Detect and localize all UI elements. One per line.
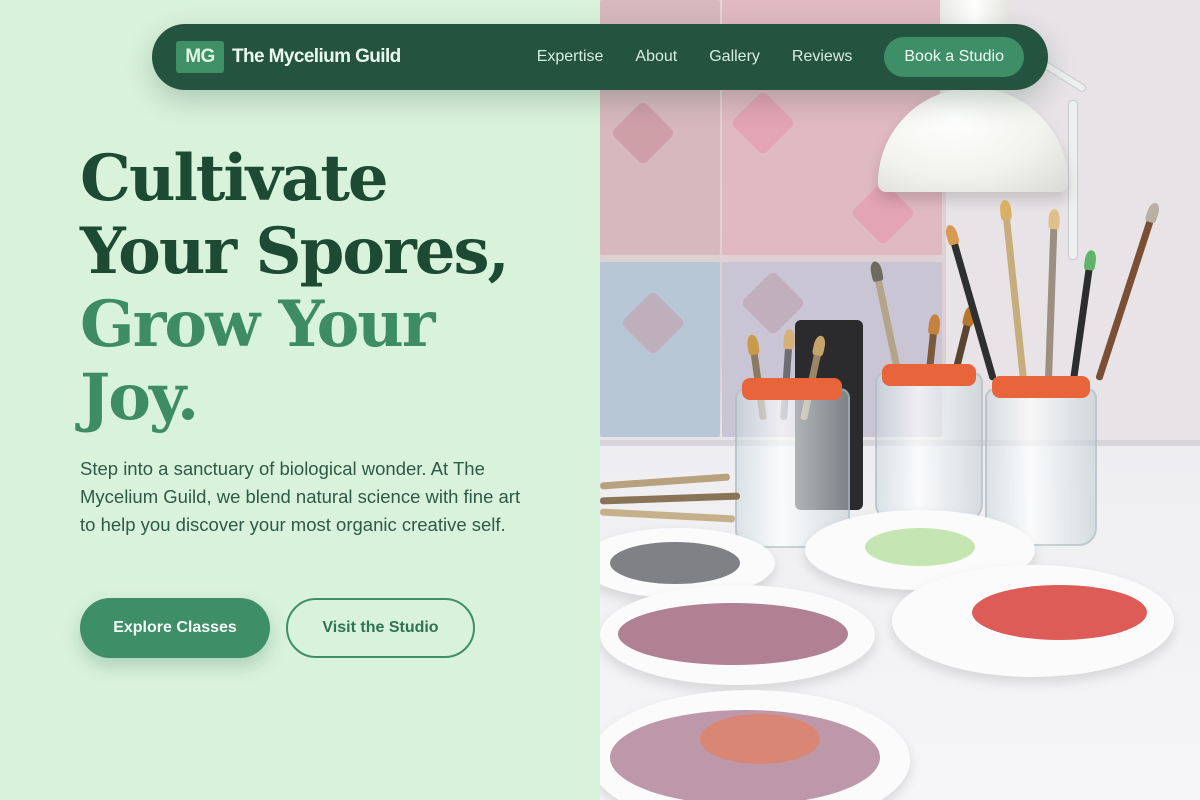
nav-link-gallery[interactable]: Gallery <box>709 48 760 66</box>
explore-classes-button[interactable]: Explore Classes <box>80 598 270 658</box>
hero-headline: Cultivate Your Spores, Grow Your Joy. <box>80 142 580 434</box>
brush-jar <box>875 372 983 522</box>
nav-links: Expertise About Gallery Reviews Book a S… <box>537 37 1024 77</box>
top-navbar: MG The Mycelium Guild Expertise About Ga… <box>152 24 1048 90</box>
brand-logo[interactable]: MG The Mycelium Guild <box>176 41 401 73</box>
headline-line-accent: Grow Your <box>80 287 436 362</box>
nav-link-about[interactable]: About <box>635 48 677 66</box>
nav-link-reviews[interactable]: Reviews <box>792 48 852 66</box>
logo-badge: MG <box>176 41 224 73</box>
paint-dish <box>892 565 1174 677</box>
paint-dish <box>600 585 875 685</box>
nav-link-expertise[interactable]: Expertise <box>537 48 604 66</box>
brand-name: The Mycelium Guild <box>232 46 401 67</box>
book-studio-button[interactable]: Book a Studio <box>884 37 1024 77</box>
hero-description: Step into a sanctuary of biological wond… <box>80 458 521 535</box>
headline-line: Your Spores, <box>80 214 510 289</box>
jar-lid <box>882 364 976 386</box>
jar-lid <box>992 376 1090 398</box>
headline-line-accent: Joy. <box>80 360 199 435</box>
jar-lid <box>742 378 842 400</box>
hero-studio-photo <box>600 0 1200 800</box>
headline-line: Cultivate <box>80 141 389 216</box>
lamp-arm <box>1068 100 1078 260</box>
wall-tile <box>600 262 720 437</box>
visit-studio-button[interactable]: Visit the Studio <box>286 598 475 658</box>
